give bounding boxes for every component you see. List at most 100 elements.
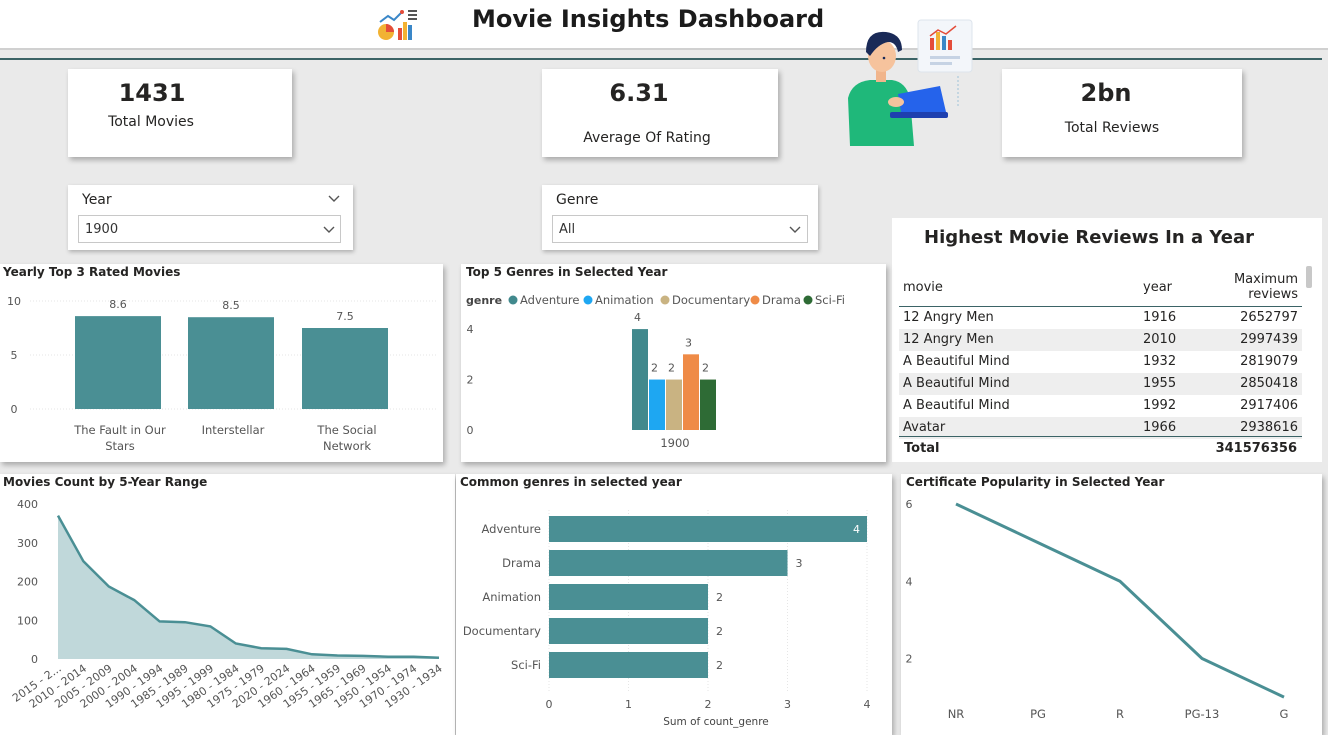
cell-year: 2010 [1139,328,1181,351]
y-tick-label: 300 [17,537,38,550]
table-row[interactable]: A Beautiful Mind 1932 2819079 [899,350,1302,373]
cell-movie: 12 Angry Men [899,306,1139,329]
y-tick-label: 200 [17,576,38,589]
table-row[interactable]: 12 Angry Men 1916 2652797 [899,306,1302,329]
chart-logo-icon [378,10,417,40]
top5-genres-chart: genre Adventure Animation Documentary Drama S… [466,293,845,450]
cell-reviews: 2917406 [1181,394,1302,417]
header-divider [0,58,1322,60]
column-header-year[interactable]: year [1139,266,1181,307]
cell-reviews: 2997439 [1181,328,1302,351]
bar [188,317,274,409]
legend-marker [803,295,813,305]
y-tick-label: Sci-Fi [511,658,541,672]
y-tick-label: 10 [7,295,21,308]
bar [632,329,648,430]
total-label: Total [904,441,940,456]
legend-label: Adventure [520,293,579,307]
page-title: Movie Insights Dashboard [472,5,825,33]
table-row[interactable]: 12 Angry Men 2010 2997439 [899,328,1302,351]
kpi-card-total-movies: 1431 Total Movies [68,69,292,157]
data-label: 8.5 [222,299,240,312]
cell-movie: 12 Angry Men [899,328,1139,351]
x-tick-label: NR [948,707,965,721]
kpi-label: Total Reviews [1064,120,1160,136]
data-label: 3 [685,336,692,349]
legend-title: genre [466,294,502,307]
chevron-down-icon [323,226,335,233]
reviews-table-title: Highest Movie Reviews In a Year [924,227,1254,248]
table-row[interactable]: A Beautiful Mind 1955 2850418 [899,372,1302,395]
certificate-popularity-chart: 2 4 6 NR PG R PG-13 G [906,498,1289,721]
bar [649,379,665,430]
common-genres-chart: 0 1 2 3 4 Adventure 4 Drama 3 Animation 2 Documenta… [463,510,871,728]
y-tick-label: 4 [467,323,474,336]
bar [302,328,388,409]
x-tick-label: 2 [705,698,712,711]
x-tick-label: 1900 [660,436,689,450]
y-tick-label: 5 [11,349,18,362]
bar [666,379,682,430]
y-tick-label: 0 [467,424,474,437]
data-label: 2 [702,362,709,375]
y-tick-label: 6 [906,498,913,511]
chevron-down-icon [789,226,801,233]
cell-reviews: 2850418 [1181,372,1302,395]
kpi-card-average-rating: 6.31 Average Of Rating [542,69,778,157]
data-label: 2 [651,362,658,375]
chevron-down-icon[interactable] [328,195,340,203]
kpi-value: 6.31 [609,79,669,107]
bar [549,652,708,678]
bar [549,618,708,644]
x-tick-label: 3 [784,698,791,711]
legend-marker [750,295,760,305]
x-tick-label: 1 [625,698,632,711]
table-row[interactable]: A Beautiful Mind 1992 2917406 [899,394,1302,417]
yearly-top3-chart: 0 5 10 8.6 The Fault in Our Stars 8.5 Interstel… [7,295,438,453]
data-label: 7.5 [336,310,354,323]
data-label: 8.6 [109,298,127,311]
legend-label: Animation [595,293,654,307]
legend-label: Documentary [672,293,750,307]
cell-reviews: 2819079 [1181,350,1302,373]
genre-dropdown[interactable]: All [552,215,808,243]
x-tick-label: PG-13 [1185,707,1220,721]
reviews-table: movie year Maximum reviews 12 Angry Men 1… [899,266,1302,439]
y-tick-label: 0 [31,653,38,666]
x-tick-label: Interstellar [202,423,265,437]
data-label: 2 [716,591,723,604]
y-tick-label: 400 [17,498,38,511]
data-label: 2 [716,625,723,638]
data-label: 4 [853,523,860,536]
kpi-label: Average Of Rating [583,130,711,146]
x-axis-label: Sum of count_genre [663,716,769,728]
cell-movie: A Beautiful Mind [899,394,1139,417]
bar [700,379,716,430]
legend-marker [583,295,593,305]
column-header-movie[interactable]: movie [899,266,1139,307]
cell-year: 1916 [1139,306,1181,329]
bar [549,516,867,542]
x-tick-label: The Social [316,423,376,437]
y-tick-label: Documentary [463,624,541,638]
y-tick-label: Drama [502,556,541,570]
y-tick-label: 100 [17,614,38,627]
column-header-maximum-reviews[interactable]: Maximum reviews [1181,266,1302,307]
bar [549,550,788,576]
cell-movie: A Beautiful Mind [899,372,1139,395]
legend-label: Sci-Fi [815,293,845,307]
year-selected-value: 1900 [85,222,119,237]
y-tick-label: 0 [11,403,18,416]
x-tick-label: 4 [864,698,871,711]
legend-marker [508,295,518,305]
bar [549,584,708,610]
y-tick-label: Animation [482,590,541,604]
y-tick-label: 2 [467,374,474,387]
kpi-label: Total Movies [108,114,194,130]
bar [75,316,161,409]
year-dropdown[interactable]: 1900 [78,215,341,243]
table-scrollbar[interactable] [1306,266,1312,288]
kpi-value: 2bn [1080,79,1132,107]
series-line [955,502,1285,699]
legend-marker [660,295,670,305]
